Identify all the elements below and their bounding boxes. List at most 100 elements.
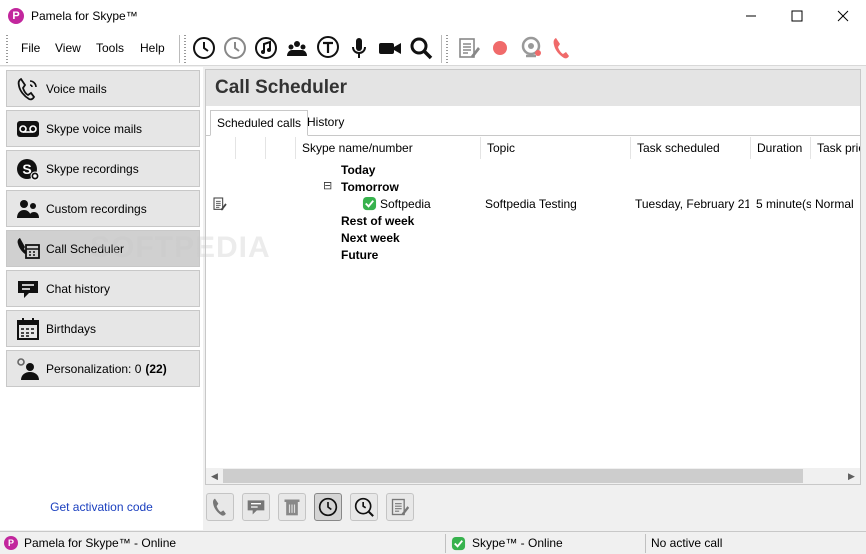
activation-link[interactable]: Get activation code [0, 500, 203, 514]
clock-icon [318, 497, 338, 517]
record-icon[interactable] [487, 35, 513, 61]
notes-icon [391, 498, 410, 516]
menu-help[interactable]: Help [140, 41, 165, 55]
phone-red-icon[interactable] [549, 35, 575, 61]
conference-icon[interactable] [284, 35, 310, 61]
collapse-toggle[interactable]: ⊟ [323, 179, 332, 192]
toolbar-separator [441, 35, 442, 63]
column-header-task-priority[interactable]: Task prio [811, 137, 860, 159]
chat-button[interactable] [242, 493, 270, 521]
schedule-button[interactable] [314, 493, 342, 521]
sidebar-item-custom-recordings[interactable]: Custom recordings [6, 190, 200, 227]
group-today[interactable]: Today [341, 163, 375, 177]
bullet-icon [276, 198, 282, 204]
personalization-count: (22) [145, 361, 167, 376]
toolbar-separator [179, 35, 180, 63]
sidebar-item-label: Skype recordings [46, 161, 139, 176]
menu-view[interactable]: View [55, 41, 81, 55]
sidebar-item-label: Call Scheduler [46, 241, 125, 256]
minimize-icon [746, 15, 756, 16]
window-title: Pamela for Skype™ [31, 8, 138, 23]
toolbar-grip[interactable] [6, 35, 8, 63]
tab-scheduled-calls[interactable]: Scheduled calls [210, 110, 309, 136]
column-header-topic[interactable]: Topic [481, 137, 631, 159]
row-duration: 5 minute(s) [756, 197, 811, 211]
sidebar-item-chat-history[interactable]: Chat history [6, 270, 200, 307]
horizontal-scrollbar[interactable]: ◀ ▶ [206, 468, 860, 484]
schedule-search-button[interactable] [350, 493, 378, 521]
bullet-icon [246, 198, 252, 204]
text-icon[interactable] [315, 35, 341, 61]
toolbar: File View Tools Help [0, 31, 866, 66]
sidebar-item-label: Custom recordings [46, 201, 147, 216]
row-task-scheduled: Tuesday, February 21, 2 [635, 197, 749, 211]
clock-search-icon [354, 497, 374, 517]
group-next-week[interactable]: Next week [341, 231, 400, 245]
menu-file[interactable]: File [21, 41, 40, 55]
page-title: Call Scheduler [206, 70, 860, 106]
notes-button[interactable] [386, 493, 414, 521]
online-status-icon [362, 196, 378, 212]
app-logo-icon: P [4, 536, 18, 550]
status-skype-text: Skype™ - Online [472, 536, 563, 550]
scrollbar-thumb[interactable] [223, 469, 803, 483]
sidebar-item-voice-mails[interactable]: Voice mails [6, 70, 200, 107]
microphone-icon[interactable] [346, 35, 372, 61]
row-topic: Softpedia Testing [485, 197, 577, 211]
column-header-blank[interactable] [236, 137, 266, 159]
chat-icon [247, 500, 265, 515]
status-bar: P Pamela for Skype™ - Online Skype™ - On… [0, 531, 866, 554]
webcam-icon[interactable] [518, 35, 544, 61]
column-header-icon[interactable] [206, 137, 236, 159]
person-gear-icon [15, 356, 41, 382]
music-icon[interactable] [253, 35, 279, 61]
sidebar-item-birthdays[interactable]: Birthdays [6, 310, 200, 347]
toolbar-grip[interactable] [184, 35, 186, 63]
group-future[interactable]: Future [341, 248, 378, 262]
notes-icon[interactable] [456, 35, 482, 61]
sidebar-item-label: Voice mails [46, 81, 107, 96]
voicemail-icon [15, 116, 41, 142]
trash-icon [284, 499, 300, 516]
tab-history[interactable]: History [301, 110, 350, 136]
clock-icon[interactable] [191, 35, 217, 61]
status-app: P Pamela for Skype™ - Online [4, 532, 176, 554]
close-icon [837, 10, 849, 21]
clock-outline-icon[interactable] [222, 35, 248, 61]
phone-icon [15, 76, 41, 102]
title-bar: P Pamela for Skype™ [0, 0, 866, 31]
menu-tools[interactable]: Tools [96, 41, 124, 55]
column-header-skype-name[interactable]: Skype name/number [296, 137, 481, 159]
scroll-right-icon[interactable]: ▶ [843, 468, 860, 484]
call-button[interactable] [206, 493, 234, 521]
skype-icon: S [15, 156, 41, 182]
chat-icon [15, 276, 41, 302]
delete-button[interactable] [278, 493, 306, 521]
video-camera-icon[interactable] [377, 35, 403, 61]
users-icon [15, 196, 41, 222]
maximize-icon [791, 10, 803, 21]
sidebar-item-label: Birthdays [46, 321, 97, 336]
search-icon[interactable] [408, 35, 434, 61]
column-header-duration[interactable]: Duration [751, 137, 811, 159]
maximize-button[interactable] [774, 0, 820, 31]
column-header-task-scheduled[interactable]: Task scheduled [631, 137, 751, 159]
sidebar-item-skype-voice-mails[interactable]: Skype voice mails [6, 110, 200, 147]
sidebar-item-label: Chat history [46, 281, 111, 296]
status-call-text: No active call [651, 536, 723, 550]
sidebar-item-personalization[interactable]: Personalization: 0 (22) [6, 350, 200, 387]
scroll-left-icon[interactable]: ◀ [206, 468, 223, 484]
minimize-button[interactable] [728, 0, 774, 31]
sidebar-item-skype-recordings[interactable]: S Skype recordings [6, 150, 200, 187]
status-separator [645, 534, 646, 553]
column-header-blank[interactable] [266, 137, 296, 159]
group-tomorrow[interactable]: Tomorrow [341, 180, 399, 194]
toolbar-grip[interactable] [446, 35, 448, 63]
sidebar-item-label: Skype voice mails [46, 121, 143, 136]
group-rest-of-week[interactable]: Rest of week [341, 214, 414, 228]
call-icon [213, 498, 226, 516]
sidebar-item-call-scheduler[interactable]: Call Scheduler [6, 230, 200, 267]
status-call: No active call [651, 532, 722, 554]
svg-text:S: S [22, 161, 31, 177]
close-button[interactable] [820, 0, 866, 31]
